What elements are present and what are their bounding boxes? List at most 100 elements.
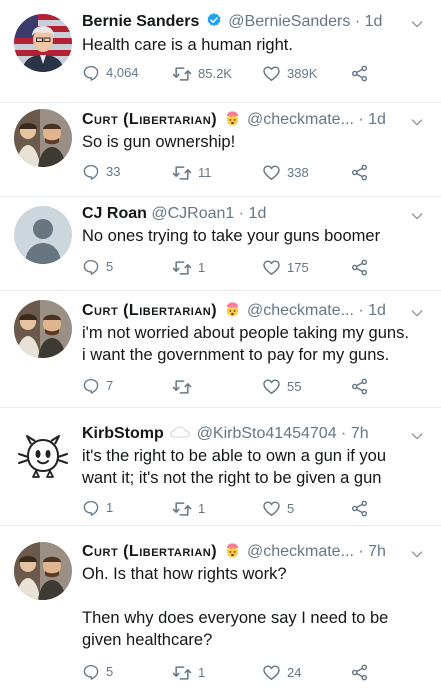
author-handle[interactable]: @CJRoan1 <box>151 205 234 222</box>
retweet-icon <box>172 377 192 397</box>
retweet-icon <box>172 163 192 183</box>
like-button[interactable]: 389K <box>262 64 317 83</box>
heart-icon <box>262 64 281 83</box>
like-button[interactable]: 5 <box>262 499 294 518</box>
author-handle[interactable]: @BernieSanders <box>228 13 350 30</box>
reply-count: 7 <box>106 378 114 393</box>
author-name[interactable]: Curt (Libertarian) <box>82 543 217 560</box>
tweet[interactable]: Curt (Libertarian) @checkmate... · 7h Oh… <box>0 526 441 689</box>
author-name[interactable]: KirbStomp <box>82 425 164 442</box>
timestamp[interactable]: 1d <box>368 302 386 319</box>
share-button[interactable] <box>350 663 369 682</box>
reply-count: 5 <box>106 259 114 274</box>
chevron-down-icon[interactable] <box>409 305 425 321</box>
share-button[interactable] <box>350 64 369 83</box>
chevron-down-icon[interactable] <box>409 208 425 224</box>
timestamp[interactable]: 1d <box>368 111 386 128</box>
like-button[interactable]: 338 <box>262 163 309 182</box>
tweet-header: Curt (Libertarian) @checkmate... · 1d <box>82 108 427 132</box>
reply-count: 5 <box>106 664 114 679</box>
like-count: 55 <box>287 378 302 394</box>
timestamp[interactable]: 1d <box>249 205 267 222</box>
share-icon <box>350 163 369 182</box>
reply-count: 1 <box>106 500 114 515</box>
reply-button[interactable]: 5 <box>82 258 113 276</box>
chevron-down-icon[interactable] <box>409 546 425 562</box>
timestamp[interactable]: 1d <box>365 13 383 30</box>
share-button[interactable] <box>350 163 369 182</box>
tweet-actions: 5 1 175 <box>82 258 427 278</box>
curt-avatar[interactable] <box>14 109 72 167</box>
heart-icon <box>262 163 281 182</box>
like-button[interactable]: 24 <box>262 663 301 682</box>
tweet[interactable]: CJ Roan @CJRoan1 · 1d No ones trying to … <box>0 197 441 291</box>
tweet[interactable]: Curt (Libertarian) @checkmate... · 1d i'… <box>0 291 441 408</box>
share-button[interactable] <box>350 377 369 396</box>
retweet-count: 85.2K <box>198 66 232 81</box>
author-handle[interactable]: @KirbSto41454704 <box>197 425 337 442</box>
reply-button[interactable]: 4,064 <box>82 64 139 82</box>
kirbstomp-avatar[interactable] <box>14 426 72 484</box>
share-icon <box>350 64 369 83</box>
reply-button[interactable]: 1 <box>82 499 113 517</box>
retweet-button[interactable]: 1 <box>172 258 205 278</box>
reply-button[interactable]: 5 <box>82 663 113 681</box>
tweet-actions: 5 1 24 <box>82 663 427 683</box>
chevron-down-icon[interactable] <box>409 428 425 444</box>
retweet-button[interactable]: 85.2K <box>172 64 232 84</box>
timestamp[interactable]: 7h <box>368 543 386 560</box>
share-icon <box>350 258 369 277</box>
heart-icon <box>262 663 281 682</box>
author-handle[interactable]: @checkmate... <box>247 302 354 319</box>
author-handle[interactable]: @checkmate... <box>247 543 354 560</box>
author-name[interactable]: Curt (Libertarian) <box>82 302 217 319</box>
retweet-button[interactable]: 1 <box>172 499 205 519</box>
reply-button[interactable]: 7 <box>82 377 113 395</box>
tweet-text: Health care is a human right. <box>82 36 293 54</box>
tweet-actions: 33 11 338 <box>82 163 427 183</box>
bernie-avatar[interactable] <box>14 14 72 72</box>
exploding-head-icon <box>224 542 241 559</box>
author-name[interactable]: CJ Roan <box>82 205 147 222</box>
reply-icon <box>82 163 100 181</box>
like-count: 389K <box>287 65 318 81</box>
retweet-count: 1 <box>198 260 206 275</box>
author-name[interactable]: Curt (Libertarian) <box>82 111 217 128</box>
share-icon <box>350 663 369 682</box>
share-icon <box>350 377 369 396</box>
share-button[interactable] <box>350 499 369 518</box>
like-button[interactable]: 175 <box>262 258 309 277</box>
separator-dot: · <box>358 543 364 560</box>
tweet[interactable]: Bernie Sanders @BernieSanders · 1d Healt… <box>0 0 441 103</box>
curt-avatar[interactable] <box>14 300 72 358</box>
separator-dot: · <box>358 302 364 319</box>
reply-icon <box>82 258 100 276</box>
reply-count: 4,064 <box>106 65 139 80</box>
curt-avatar[interactable] <box>14 542 72 600</box>
tweet[interactable]: Curt (Libertarian) @checkmate... · 1d So… <box>0 103 441 197</box>
chevron-down-icon[interactable] <box>409 16 425 32</box>
retweet-button[interactable] <box>172 377 198 397</box>
share-button[interactable] <box>350 258 369 277</box>
tweet-header: Bernie Sanders @BernieSanders · 1d <box>82 10 427 34</box>
tweet-header: Curt (Libertarian) @checkmate... · 1d <box>82 299 427 323</box>
author-name[interactable]: Bernie Sanders <box>82 13 199 30</box>
retweet-icon <box>172 499 192 519</box>
timestamp[interactable]: 7h <box>351 425 369 442</box>
reply-count: 33 <box>106 164 121 179</box>
like-button[interactable]: 55 <box>262 377 301 396</box>
separator-dot: · <box>354 13 361 30</box>
reply-button[interactable]: 33 <box>82 163 120 181</box>
chevron-down-icon[interactable] <box>409 114 425 130</box>
like-count: 5 <box>287 500 295 516</box>
separator-dot: · <box>238 205 245 222</box>
author-handle[interactable]: @checkmate... <box>247 111 354 128</box>
retweet-button[interactable]: 11 <box>172 163 212 183</box>
retweet-button[interactable]: 1 <box>172 663 205 683</box>
like-count: 338 <box>287 164 309 180</box>
retweet-count: 1 <box>198 501 206 516</box>
default-avatar[interactable] <box>14 206 72 264</box>
retweet-icon <box>172 64 192 84</box>
speech-cloud-icon <box>170 426 190 438</box>
tweet[interactable]: KirbStomp @KirbSto41454704 · 7h it's the… <box>0 408 441 526</box>
